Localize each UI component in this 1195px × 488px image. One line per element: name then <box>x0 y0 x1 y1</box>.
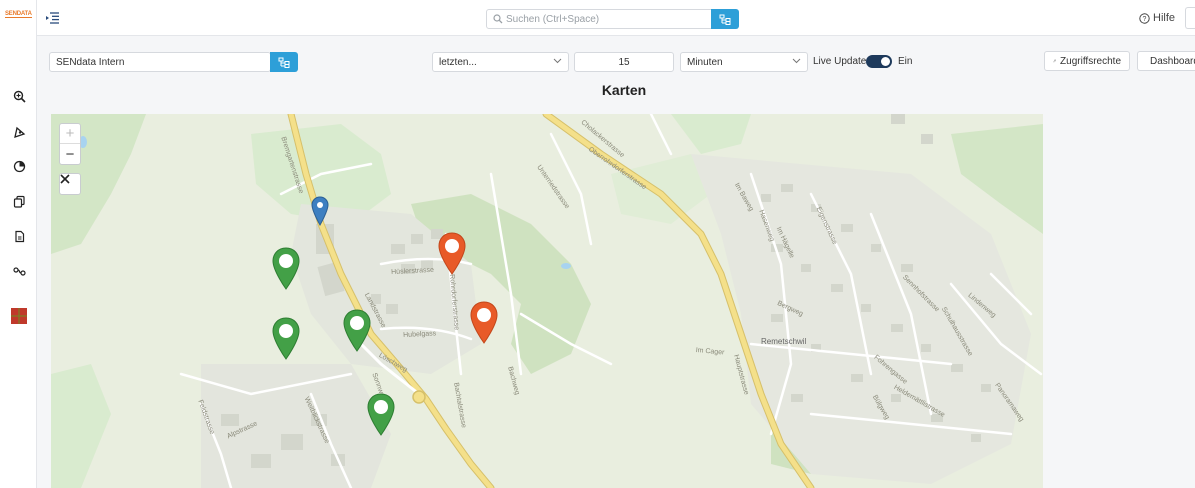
live-update-toggle[interactable] <box>866 55 892 68</box>
global-search-input[interactable]: Suchen (Ctrl+Space) <box>486 9 712 29</box>
place-label: Remetschwil <box>761 337 807 346</box>
question-circle-icon: ? <box>1139 12 1150 24</box>
sidebar: SENDATA <box>0 0 37 488</box>
tree-icon <box>719 14 731 25</box>
map-marker-green[interactable] <box>272 247 300 290</box>
toggle-knob <box>881 57 890 66</box>
help-link[interactable]: ? Hilfe <box>1139 12 1175 24</box>
chevron-down-icon <box>553 58 562 64</box>
zoom-control: + − <box>59 123 81 165</box>
close-map-button[interactable] <box>59 173 81 195</box>
pen-tool-icon[interactable] <box>12 124 26 138</box>
live-update-state: Ein <box>898 56 913 67</box>
svg-text:?: ? <box>1143 16 1147 23</box>
map-marker-orange[interactable] <box>438 232 466 275</box>
unit-select[interactable]: Minuten <box>680 52 808 72</box>
search-placeholder: Suchen (Ctrl+Space) <box>506 14 600 25</box>
copy-icon[interactable] <box>12 194 26 208</box>
page-title: Karten <box>601 82 647 98</box>
dashboard-label: Dashboard <box>1150 55 1195 67</box>
map-view[interactable]: Bremgartenstrasse Landstrasse Cholackers… <box>51 114 1043 488</box>
period-value-input[interactable]: 15 <box>574 52 674 72</box>
unit-select-value: Minuten <box>687 57 723 68</box>
user-menu-button[interactable] <box>1185 7 1195 29</box>
period-select[interactable]: letzten... <box>432 52 569 72</box>
document-icon[interactable] <box>12 229 26 243</box>
menu-toggle-icon[interactable] <box>46 12 59 24</box>
app-logo[interactable]: SENDATA <box>5 11 32 18</box>
chevron-down-icon <box>792 58 801 64</box>
tenant-input[interactable]: SENdata Intern <box>49 52 271 72</box>
map-marker-green[interactable] <box>272 317 300 360</box>
zoom-in-button[interactable]: + <box>60 124 80 144</box>
map-marker-blue[interactable] <box>311 196 329 226</box>
tenant-tree-button[interactable] <box>270 52 298 72</box>
search-tree-button[interactable] <box>711 9 739 29</box>
pie-chart-icon[interactable] <box>12 159 26 173</box>
zoom-out-button[interactable]: − <box>60 144 80 164</box>
route-icon[interactable] <box>12 264 26 278</box>
map-marker-green[interactable] <box>343 309 371 352</box>
map-marker-orange[interactable] <box>470 301 498 344</box>
key-icon <box>1053 59 1056 63</box>
period-select-value: letzten... <box>439 57 477 68</box>
map-marker-green[interactable] <box>367 393 395 436</box>
tree-icon <box>278 57 290 68</box>
live-update-label: Live Update <box>813 56 867 67</box>
map-tiles <box>51 114 1043 488</box>
map-grid-icon[interactable] <box>11 308 27 324</box>
top-bar: Suchen (Ctrl+Space) ? Hilfe <box>37 0 1195 36</box>
close-icon <box>60 174 70 184</box>
access-rights-button[interactable]: Zugriffsrechte <box>1044 51 1130 71</box>
access-rights-label: Zugriffsrechte <box>1060 55 1121 67</box>
search-icon <box>493 14 503 27</box>
dashboard-button[interactable]: Dashboard <box>1137 51 1195 71</box>
help-label: Hilfe <box>1153 12 1176 24</box>
